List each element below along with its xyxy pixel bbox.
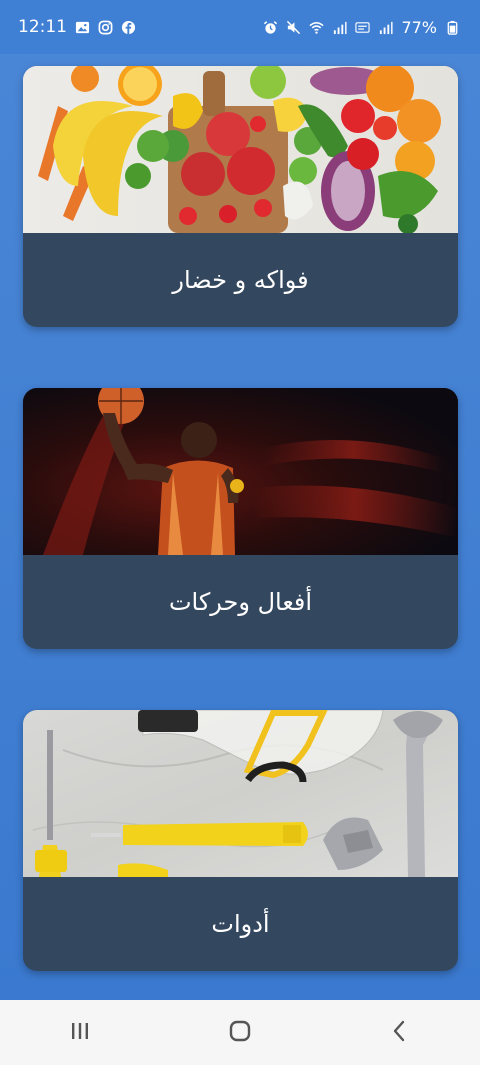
back-icon [387,1018,413,1048]
status-right: 77% [263,18,460,37]
recent-apps-button[interactable] [50,1008,110,1058]
home-button[interactable] [210,1008,270,1058]
basketball-player-image [23,388,458,555]
status-time: 12:11 [18,17,67,37]
category-list: فواكه و خضار أفعال وحركات أدوات [0,54,480,1000]
status-bar: 12:11 77% [0,0,480,54]
image-icon [75,20,90,35]
category-card-fruits-vegetables[interactable]: فواكه و خضار [23,66,458,327]
recent-apps-icon [67,1018,93,1048]
fruits-vegetables-image [23,66,458,233]
instagram-icon [98,20,113,35]
signal2-icon [378,20,393,35]
signal-icon [332,20,347,35]
alarm-icon [263,20,278,35]
volte-icon [355,20,371,35]
category-label: أدوات [211,910,270,938]
battery-icon [445,20,460,35]
category-label: أفعال وحركات [168,588,313,616]
category-card-tools[interactable]: أدوات [23,710,458,971]
navigation-bar [0,1000,480,1065]
category-card-verbs-movements[interactable]: أفعال وحركات [23,388,458,649]
status-left: 12:11 [18,17,136,37]
facebook-icon [121,20,136,35]
back-button[interactable] [370,1008,430,1058]
mute-icon [286,20,301,35]
wifi-icon [309,20,324,35]
home-icon [227,1018,253,1048]
category-label: فواكه و خضار [172,266,309,294]
battery-percentage: 77% [401,17,437,37]
tools-image [23,710,458,877]
